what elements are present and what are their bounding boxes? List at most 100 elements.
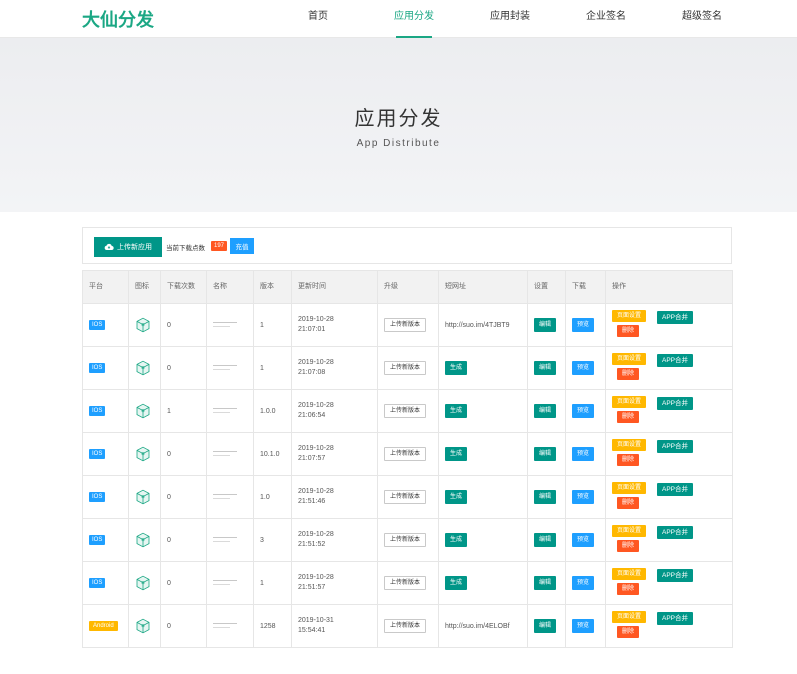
page-settings-button[interactable]: 页面设置 <box>612 525 647 537</box>
app-name-redacted <box>213 319 237 330</box>
top-navbar: 大仙分发 首页 应用分发 应用封装 企业签名 超级签名 <box>0 0 797 38</box>
table-row: IOS 0 3 2019-10-28 21:51:52 上传新版本 生成 编辑 … <box>82 518 733 562</box>
name-cell <box>206 346 254 390</box>
short-url-cell: 生成 <box>438 346 528 390</box>
col-header-actions: 操作 <box>605 270 733 304</box>
upload-new-version-button[interactable]: 上传新版本 <box>384 533 427 547</box>
edit-button[interactable]: 编辑 <box>534 533 557 547</box>
updated-time: 15:54:41 <box>298 627 326 634</box>
nav-item-home[interactable]: 首页 <box>270 0 366 38</box>
delete-button[interactable]: 删除 <box>617 583 640 595</box>
upload-new-version-button[interactable]: 上传新版本 <box>384 576 427 590</box>
settings-cell: 编辑 <box>527 604 566 648</box>
app-box-icon <box>136 532 150 548</box>
icon-cell <box>128 604 161 648</box>
main-nav: 首页 应用分发 应用封装 企业签名 超级签名 <box>270 0 750 38</box>
actions-cell: 页面设置 删除 APP合并 <box>605 346 733 390</box>
preview-button[interactable]: 预览 <box>572 361 595 375</box>
col-header-platform: 平台 <box>82 270 129 304</box>
edit-button[interactable]: 编辑 <box>534 447 557 461</box>
nav-item-app-package[interactable]: 应用封装 <box>462 0 558 38</box>
nav-item-app-distribute[interactable]: 应用分发 <box>366 0 462 38</box>
short-url-cell: 生成 <box>438 518 528 562</box>
preview-button[interactable]: 预览 <box>572 576 595 590</box>
version-cell: 1.0 <box>253 475 292 519</box>
page-settings-button[interactable]: 页面设置 <box>612 482 647 494</box>
actions-group: 页面设置 删除 APP合并 <box>612 308 726 342</box>
page-settings-button[interactable]: 页面设置 <box>612 439 647 451</box>
upload-new-version-button[interactable]: 上传新版本 <box>384 619 427 633</box>
actions-cell: 页面设置 删除 APP合并 <box>605 475 733 519</box>
delete-button[interactable]: 删除 <box>617 411 640 423</box>
download-cell: 预览 <box>565 346 606 390</box>
app-merge-button[interactable]: APP合并 <box>657 440 694 453</box>
platform-cell: Android <box>82 604 129 648</box>
preview-button[interactable]: 预览 <box>572 533 595 547</box>
delete-button[interactable]: 删除 <box>617 325 640 337</box>
preview-button[interactable]: 预览 <box>572 619 595 633</box>
upload-app-button[interactable]: 上传新应用 <box>94 237 162 257</box>
preview-button[interactable]: 预览 <box>572 404 595 418</box>
generate-short-url-button[interactable]: 生成 <box>445 361 468 375</box>
download-cell: 预览 <box>565 303 606 347</box>
edit-button[interactable]: 编辑 <box>534 404 557 418</box>
generate-short-url-button[interactable]: 生成 <box>445 490 468 504</box>
edit-button[interactable]: 编辑 <box>534 490 557 504</box>
upgrade-cell: 上传新版本 <box>377 518 439 562</box>
delete-button[interactable]: 删除 <box>617 497 640 509</box>
upload-new-version-button[interactable]: 上传新版本 <box>384 404 427 418</box>
nav-item-enterprise-sign[interactable]: 企业签名 <box>558 0 654 38</box>
edit-button[interactable]: 编辑 <box>534 361 557 375</box>
platform-badge: IOS <box>89 492 106 502</box>
app-toolbar: 上传新应用 当前下载点数 197 充值 <box>82 227 732 264</box>
preview-button[interactable]: 预览 <box>572 318 595 332</box>
upload-new-version-button[interactable]: 上传新版本 <box>384 361 427 375</box>
updated-date: 2019-10-28 <box>298 359 334 366</box>
page-settings-button[interactable]: 页面设置 <box>612 396 647 408</box>
short-url-link[interactable]: http://suo.im/4ELOBf <box>445 623 510 630</box>
generate-short-url-button[interactable]: 生成 <box>445 404 468 418</box>
table-header-row: 平台 图标 下载次数 名称 版本 更新时间 升级 短网址 设置 下载 操作 <box>82 270 733 304</box>
site-logo[interactable]: 大仙分发 <box>82 6 154 32</box>
settings-cell: 编辑 <box>527 561 566 605</box>
app-merge-button[interactable]: APP合并 <box>657 483 694 496</box>
app-merge-button[interactable]: APP合并 <box>657 569 694 582</box>
page-settings-button[interactable]: 页面设置 <box>612 568 647 580</box>
app-merge-button[interactable]: APP合并 <box>657 311 694 324</box>
hero-banner: 应用分发 App Distribute <box>0 38 797 212</box>
edit-button[interactable]: 编辑 <box>534 318 557 332</box>
version-cell: 1 <box>253 303 292 347</box>
generate-short-url-button[interactable]: 生成 <box>445 533 468 547</box>
preview-button[interactable]: 预览 <box>572 490 595 504</box>
app-merge-button[interactable]: APP合并 <box>657 526 694 539</box>
app-merge-button[interactable]: APP合并 <box>657 612 694 625</box>
short-url-link[interactable]: http://suo.im/4TJBT9 <box>445 322 510 329</box>
app-merge-button[interactable]: APP合并 <box>657 354 694 367</box>
page-settings-button[interactable]: 页面设置 <box>612 310 647 322</box>
settings-cell: 编辑 <box>527 475 566 519</box>
preview-button[interactable]: 预览 <box>572 447 595 461</box>
delete-button[interactable]: 删除 <box>617 454 640 466</box>
edit-button[interactable]: 编辑 <box>534 619 557 633</box>
upload-new-version-button[interactable]: 上传新版本 <box>384 318 427 332</box>
upload-new-version-button[interactable]: 上传新版本 <box>384 447 427 461</box>
delete-button[interactable]: 删除 <box>617 626 640 638</box>
nav-item-super-sign[interactable]: 超级签名 <box>654 0 750 38</box>
generate-short-url-button[interactable]: 生成 <box>445 576 468 590</box>
delete-button[interactable]: 删除 <box>617 540 640 552</box>
col-header-name: 名称 <box>206 270 254 304</box>
version-cell: 3 <box>253 518 292 562</box>
updated-time: 21:51:52 <box>298 541 326 548</box>
recharge-button[interactable]: 充值 <box>230 238 254 254</box>
updated-time: 21:07:01 <box>298 326 326 333</box>
app-merge-button[interactable]: APP合并 <box>657 397 694 410</box>
short-url-cell: http://suo.im/4ELOBf <box>438 604 528 648</box>
app-name-redacted <box>213 577 237 588</box>
generate-short-url-button[interactable]: 生成 <box>445 447 468 461</box>
page-settings-button[interactable]: 页面设置 <box>612 611 647 623</box>
delete-button[interactable]: 删除 <box>617 368 640 380</box>
edit-button[interactable]: 编辑 <box>534 576 557 590</box>
upload-new-version-button[interactable]: 上传新版本 <box>384 490 427 504</box>
page-settings-button[interactable]: 页面设置 <box>612 353 647 365</box>
table-row: IOS 0 1 2019-10-28 21:51:57 上传新版本 生成 编辑 … <box>82 561 733 605</box>
